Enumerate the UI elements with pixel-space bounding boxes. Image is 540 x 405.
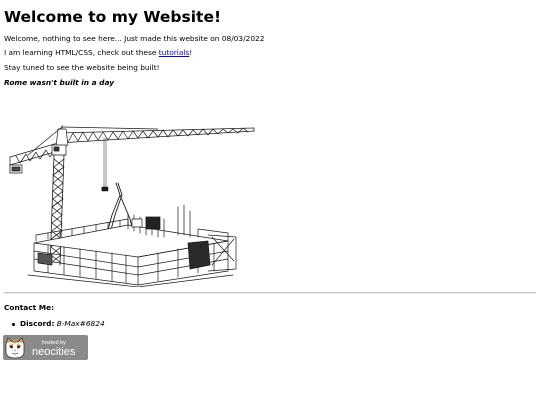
intro-text: Welcome, nothing to see here... Just mad… (4, 34, 265, 43)
contact-heading: Contact Me: (4, 303, 55, 312)
rome-quote: Rome wasn't built in a day (4, 78, 115, 87)
contact-item-discord: Discord: B-Max#6824 (4, 319, 105, 329)
bullet-icon (12, 322, 15, 326)
page: Welcome to my Website! Welcome, nothing … (0, 0, 540, 405)
learning-text: I am learning HTML/CSS, check out these … (4, 48, 192, 58)
learning-text-suffix: ! (189, 48, 193, 57)
construction-crane-illustration (9, 125, 255, 287)
crane-tower-top (27, 125, 159, 156)
crane-tower-mast (49, 154, 65, 266)
crane-jib (57, 127, 255, 144)
stay-tuned-text: Stay tuned to see the website being buil… (4, 63, 160, 72)
neocities-cat-logo (5, 337, 25, 359)
learning-text-prefix: I am learning HTML/CSS, check out these (4, 48, 159, 57)
page-title: Welcome to my Website! (4, 8, 222, 26)
crane-counter-jib (9, 142, 59, 174)
discord-label: Discord: (20, 319, 55, 328)
crane-hook-cable (101, 137, 109, 192)
contact-list: Discord: B-Max#6824 (4, 319, 105, 329)
tutorials-link[interactable]: tutorials (159, 48, 190, 57)
section-divider (4, 292, 536, 294)
discord-handle: B-Max#6824 (56, 319, 105, 328)
hosted-by-neocities-badge[interactable]: hosted by neocities (3, 335, 88, 360)
badge-brand-text: neocities (32, 346, 76, 358)
